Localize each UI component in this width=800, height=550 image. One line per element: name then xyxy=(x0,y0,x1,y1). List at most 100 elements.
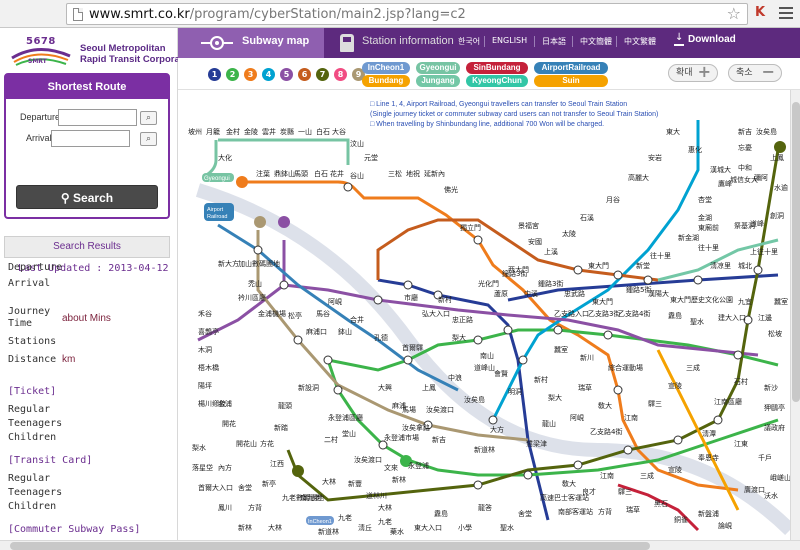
station-label[interactable]: 鉢山 xyxy=(338,327,352,336)
station-label[interactable]: 開花山 xyxy=(236,439,257,448)
download-button[interactable]: Download xyxy=(688,34,736,45)
station-label[interactable]: 創洞 xyxy=(770,211,784,220)
station-label[interactable]: 開花 xyxy=(222,419,236,428)
station-label[interactable]: 鍾路3街 xyxy=(538,279,563,288)
line-jungang-button[interactable]: Jungang xyxy=(416,75,460,87)
station-label[interactable]: 馬谷 xyxy=(316,309,330,318)
arrival-search-icon[interactable]: ⌕ xyxy=(140,132,157,146)
station-label[interactable]: 新設洞 xyxy=(298,383,319,392)
station-label[interactable]: 谷山 xyxy=(350,171,364,180)
station-label[interactable]: 新道林 xyxy=(318,527,339,536)
station-label[interactable]: 淸丘 xyxy=(358,523,372,532)
station-label[interactable]: 江邊 xyxy=(758,313,772,322)
station-label[interactable]: 新林 xyxy=(392,475,406,484)
station-label[interactable]: 舍堂 xyxy=(238,483,252,492)
station-label[interactable]: 纛島 xyxy=(434,509,448,518)
station-label[interactable]: 元堂 xyxy=(364,153,378,162)
vertical-scrollbar[interactable] xyxy=(790,90,800,540)
station-label[interactable]: 鳳川 xyxy=(218,504,232,512)
station-label[interactable]: 注葉 xyxy=(256,169,270,178)
departure-search-icon[interactable]: ⌕ xyxy=(140,111,157,125)
station-label[interactable]: 方花 xyxy=(260,439,274,448)
station-label[interactable]: 新大方 xyxy=(218,259,239,268)
station-label[interactable]: 新踏 xyxy=(274,423,288,432)
station-label[interactable]: 大方 xyxy=(490,425,504,434)
station-label[interactable]: 城北 xyxy=(738,262,752,270)
station-label[interactable]: 禾谷 xyxy=(198,309,212,318)
station-label[interactable]: 乙支路4街 xyxy=(618,309,650,318)
station-label[interactable]: 道峰 xyxy=(750,219,764,228)
logo[interactable]: 5678 SMRT Seoul Metropolitan Rapid Transi… xyxy=(8,36,197,74)
subway-map[interactable]: □ Line 1, 4, Airport Railroad, Gyeongui … xyxy=(178,90,790,540)
lang-korean[interactable]: 한국어 xyxy=(458,36,480,47)
arrival-input[interactable] xyxy=(51,130,130,147)
station-label[interactable]: 忘憂 xyxy=(738,143,752,152)
station-label[interactable]: 金浦機場 xyxy=(258,309,286,318)
station-label[interactable]: 蘆原 xyxy=(494,289,508,298)
station-label[interactable]: 江南 xyxy=(624,413,638,422)
station-label[interactable]: 汝矣島 xyxy=(464,395,485,404)
station-label[interactable]: 杏堂 xyxy=(698,195,712,204)
station-label[interactable]: 木洞 xyxy=(198,345,212,354)
station-label[interactable]: 新吉 xyxy=(738,127,752,136)
station-label[interactable]: 太陵 xyxy=(562,229,576,238)
station-label[interactable]: 南山 xyxy=(480,351,494,360)
station-label[interactable]: 汝矣拿路 xyxy=(402,423,430,432)
station-label[interactable]: 新吉 xyxy=(432,435,446,444)
station-label[interactable]: 汝矣渡口 xyxy=(354,455,382,464)
departure-input[interactable] xyxy=(58,109,137,126)
station-label[interactable]: 弘大入口 xyxy=(422,309,450,318)
station-label[interactable]: 漢城大 xyxy=(710,165,731,174)
station-label[interactable]: 內方 xyxy=(218,463,232,472)
station-label[interactable]: 金陵 xyxy=(244,127,258,136)
station-label[interactable]: 蠶室 xyxy=(774,297,788,306)
line-incheon1-button[interactable]: InCheon1 xyxy=(362,62,410,74)
station-label[interactable]: 乙支路4街 xyxy=(590,427,622,436)
station-label[interactable]: 敎大 xyxy=(598,401,612,410)
station-label[interactable]: 安國 xyxy=(528,237,542,246)
line-airport-button[interactable]: AirportRailroad xyxy=(534,62,608,74)
station-label[interactable]: 方背 xyxy=(248,503,262,512)
line-3-button[interactable]: 3 xyxy=(244,68,257,81)
station-label[interactable]: 雲井 xyxy=(262,127,276,136)
station-label[interactable]: 乙支路入口 xyxy=(554,309,589,318)
station-label[interactable]: 高麗大 xyxy=(628,173,649,182)
station-label[interactable]: 二村 xyxy=(324,435,338,444)
extension-icon[interactable]: K xyxy=(755,6,769,20)
station-label[interactable]: 龍山 xyxy=(542,419,556,428)
station-label[interactable]: 西大門 xyxy=(508,265,529,274)
station-label[interactable]: 城信女大 xyxy=(730,175,758,184)
station-label[interactable]: 大谷 xyxy=(332,127,346,136)
station-label[interactable]: 衿川區廳 xyxy=(238,293,266,302)
line-2-button[interactable]: 2 xyxy=(226,68,239,81)
station-label[interactable]: 忠武路 xyxy=(564,289,585,298)
station-label[interactable]: 新村 xyxy=(534,375,548,384)
station-label[interactable]: 大興 xyxy=(378,383,392,392)
search-button[interactable]: ⚲ Search xyxy=(16,185,158,209)
station-label[interactable]: 金村 xyxy=(226,127,240,136)
station-label[interactable]: 高速巴士客運站 xyxy=(540,493,589,502)
station-label[interactable]: 新亭 xyxy=(262,479,276,488)
station-label[interactable]: 舍堂 xyxy=(518,509,532,518)
station-label[interactable]: 汝矣渡口 xyxy=(426,405,454,414)
station-label[interactable]: 禿山 xyxy=(248,279,262,288)
station-label[interactable]: 加山數碼團地 xyxy=(238,259,280,268)
station-label[interactable]: 梨水 xyxy=(192,443,206,452)
station-label[interactable]: 淸凉里 xyxy=(710,261,731,270)
station-label[interactable]: 阿峴 xyxy=(570,413,584,422)
tab-station-information[interactable]: Station information xyxy=(338,28,458,58)
station-label[interactable]: 首爾大入口 xyxy=(198,483,233,492)
station-label[interactable]: 馬場 xyxy=(402,405,416,414)
station-label[interactable]: 敎大 xyxy=(562,479,576,488)
station-label[interactable]: 陽坪 xyxy=(198,381,212,390)
station-label[interactable]: 市廳 xyxy=(404,293,418,302)
station-label[interactable]: 江西 xyxy=(270,460,284,468)
line-7-button[interactable]: 7 xyxy=(316,68,329,81)
station-label[interactable]: 汶山 xyxy=(350,139,364,148)
station-label[interactable]: 永登浦 xyxy=(408,461,429,470)
station-label[interactable]: 新村 xyxy=(438,295,452,304)
station-label[interactable]: 中浪 xyxy=(448,373,462,382)
station-label[interactable]: 龍頭 xyxy=(278,401,292,410)
station-label[interactable]: 合井 xyxy=(350,315,364,324)
station-label[interactable]: 新盤浦 xyxy=(698,509,719,518)
